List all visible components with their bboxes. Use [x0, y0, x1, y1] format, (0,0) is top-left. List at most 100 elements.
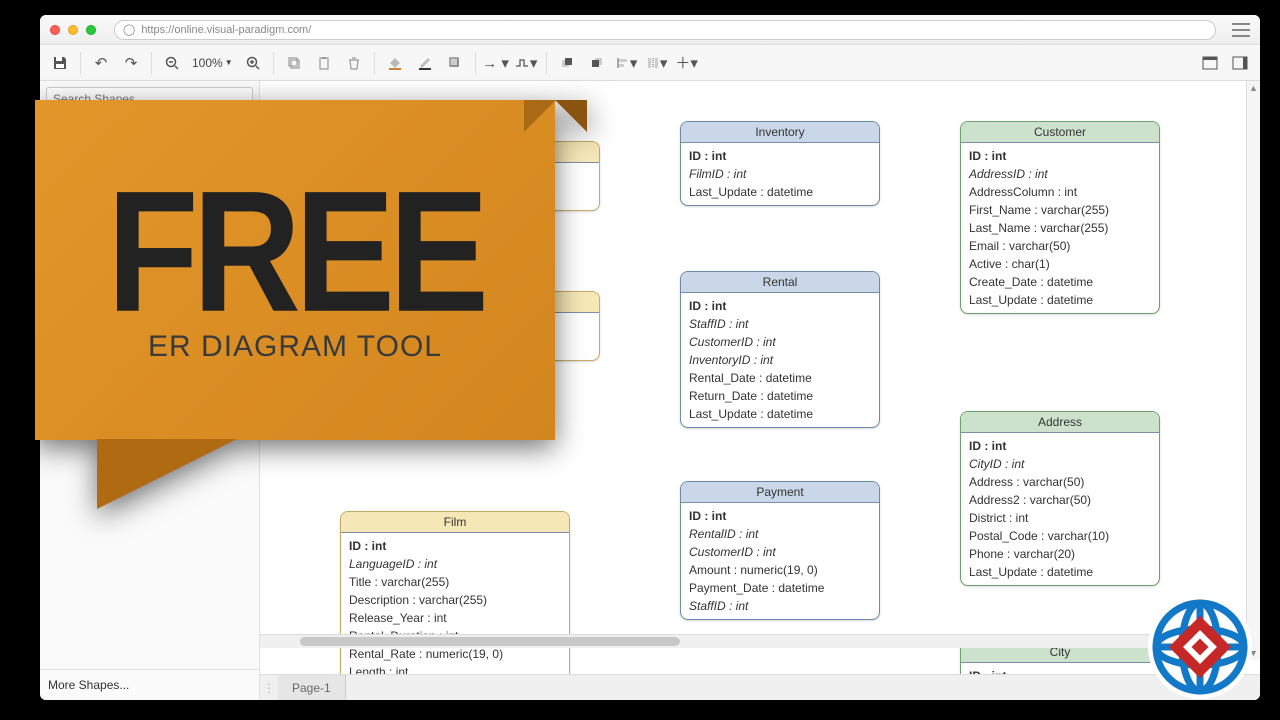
entity-field[interactable]: StaffID : int [689, 597, 871, 615]
workspace: ▼ Entity Relationship More Shapes... [40, 81, 1260, 700]
window-maximize-button[interactable] [86, 25, 96, 35]
entity-field[interactable]: Description : varchar(255) [349, 591, 561, 609]
entity-field[interactable]: ID : int [689, 147, 871, 165]
url-text: https://online.visual-paradigm.com/ [141, 24, 311, 36]
distribute-button[interactable]: ▾ [643, 49, 671, 77]
entity-field[interactable]: Last_Update : datetime [689, 405, 871, 423]
entity-field[interactable]: Return_Date : datetime [689, 387, 871, 405]
more-shapes-link[interactable]: More Shapes... [40, 669, 259, 700]
entity-field[interactable]: Create_Date : datetime [969, 273, 1151, 291]
entity-film[interactable]: Film ID : intLanguageID : intTitle : var… [340, 511, 570, 674]
entity-field[interactable]: Rental_Date : datetime [689, 369, 871, 387]
outline-panel-toggle[interactable] [1226, 49, 1254, 77]
entity-field[interactable]: AddressColumn : int [969, 183, 1151, 201]
undo-button[interactable]: ↶ [87, 49, 115, 77]
entity-field[interactable]: Last_Update : datetime [969, 291, 1151, 309]
shadow-button[interactable] [441, 49, 469, 77]
delete-button[interactable] [340, 49, 368, 77]
format-panel-toggle[interactable] [1196, 49, 1224, 77]
entity-placeholder-2[interactable] [390, 291, 600, 361]
window-minimize-button[interactable] [68, 25, 78, 35]
zoom-out-button[interactable] [158, 49, 186, 77]
paste-button[interactable] [310, 49, 338, 77]
reload-icon[interactable]: ◯ [123, 23, 135, 36]
canvas-container: Inventory ID : intFilmID : intLast_Updat… [260, 81, 1260, 700]
entity-field[interactable]: ID : int [969, 437, 1151, 455]
entity-field[interactable]: Active : char(1) [969, 255, 1151, 273]
vertical-scrollbar[interactable]: ▲ ▼ [1246, 81, 1260, 660]
entity-title: Address [961, 412, 1159, 433]
entity-field[interactable]: LanguageID : int [349, 555, 561, 573]
visual-paradigm-logo-icon [1145, 592, 1255, 702]
entity-field[interactable]: FilmID : int [689, 165, 871, 183]
copy-button[interactable] [280, 49, 308, 77]
shape-list [40, 145, 259, 191]
entity-address[interactable]: Address ID : intCityID : intAddress : va… [960, 411, 1160, 586]
browser-titlebar: ◯ https://online.visual-paradigm.com/ [40, 15, 1260, 45]
entity-field[interactable]: ID : int [969, 667, 1151, 674]
entity-field[interactable]: District : int [969, 509, 1151, 527]
entity-field[interactable]: CustomerID : int [689, 333, 871, 351]
entity-field[interactable]: Last_Update : datetime [969, 563, 1151, 581]
window-close-button[interactable] [50, 25, 60, 35]
entity-field[interactable]: InventoryID : int [689, 351, 871, 369]
entity-payment[interactable]: Payment ID : intRentalID : intCustomerID… [680, 481, 880, 620]
entity-field[interactable]: Last_Update : datetime [689, 183, 871, 201]
horizontal-scrollbar[interactable] [260, 634, 1244, 648]
redo-button[interactable]: ↷ [117, 49, 145, 77]
entity-field[interactable]: ID : int [969, 147, 1151, 165]
entity-field[interactable]: Phone : varchar(20) [969, 545, 1151, 563]
entity-field[interactable]: Last_Name : varchar(255) [969, 219, 1151, 237]
entity-field[interactable]: First_Name : varchar(255) [969, 201, 1151, 219]
fill-color-button[interactable] [381, 49, 409, 77]
editor-toolbar: ↶ ↷ 100%▼ → ▾ ▾ ▾ ▾ ＋▾ [40, 45, 1260, 81]
entity-field[interactable]: ID : int [349, 537, 561, 555]
entity-field[interactable]: CityID : int [969, 455, 1151, 473]
entity-field[interactable]: Address : varchar(50) [969, 473, 1151, 491]
waypoint-style-button[interactable]: ▾ [512, 49, 540, 77]
entity-inventory[interactable]: Inventory ID : intFilmID : intLast_Updat… [680, 121, 880, 206]
entity-placeholder-1[interactable] [390, 141, 600, 211]
entity-field[interactable]: RentalID : int [689, 525, 871, 543]
entity-title: Customer [961, 122, 1159, 143]
entity-field[interactable]: AddressID : int [969, 165, 1151, 183]
connection-style-button[interactable]: → ▾ [482, 49, 510, 77]
search-input[interactable] [46, 87, 253, 111]
shape-entity-2[interactable] [48, 171, 251, 185]
tab-page-1[interactable]: Page-1 [278, 675, 346, 700]
page-tabs: ⋮ Page-1 [260, 674, 1260, 700]
zoom-in-button[interactable] [239, 49, 267, 77]
entity-icon [48, 151, 68, 165]
entity-field[interactable]: Address2 : varchar(50) [969, 491, 1151, 509]
shapes-category-header[interactable]: ▼ Entity Relationship [40, 118, 259, 145]
save-button[interactable] [46, 49, 74, 77]
entity-field[interactable]: Release_Year : int [349, 609, 561, 627]
entity-title: Payment [681, 482, 879, 503]
shape-entity-1[interactable] [48, 151, 251, 165]
diagram-canvas[interactable]: Inventory ID : intFilmID : intLast_Updat… [260, 81, 1260, 674]
entity-field[interactable]: Amount : numeric(19, 0) [689, 561, 871, 579]
entity-field[interactable]: StaffID : int [689, 315, 871, 333]
to-back-button[interactable] [583, 49, 611, 77]
add-button[interactable]: ＋▾ [673, 49, 701, 77]
entity-field[interactable]: Length : int [349, 663, 561, 674]
line-color-button[interactable] [411, 49, 439, 77]
entity-title: Rental [681, 272, 879, 293]
entity-rental[interactable]: Rental ID : intStaffID : intCustomerID :… [680, 271, 880, 428]
hamburger-menu-icon[interactable] [1232, 23, 1250, 37]
tab-drag-handle-icon[interactable]: ⋮ [260, 675, 278, 700]
entity-field[interactable]: ID : int [689, 297, 871, 315]
entity-icon [48, 171, 68, 185]
entity-field[interactable]: Postal_Code : varchar(10) [969, 527, 1151, 545]
zoom-level[interactable]: 100%▼ [188, 56, 237, 70]
url-bar[interactable]: ◯ https://online.visual-paradigm.com/ [114, 20, 1216, 40]
entity-field[interactable]: ID : int [689, 507, 871, 525]
entity-field[interactable]: CustomerID : int [689, 543, 871, 561]
entity-field[interactable]: Email : varchar(50) [969, 237, 1151, 255]
to-front-button[interactable] [553, 49, 581, 77]
entity-field[interactable]: Title : varchar(255) [349, 573, 561, 591]
scroll-up-icon[interactable]: ▲ [1247, 81, 1260, 95]
entity-customer[interactable]: Customer ID : intAddressID : intAddressC… [960, 121, 1160, 314]
entity-field[interactable]: Payment_Date : datetime [689, 579, 871, 597]
align-button[interactable]: ▾ [613, 49, 641, 77]
